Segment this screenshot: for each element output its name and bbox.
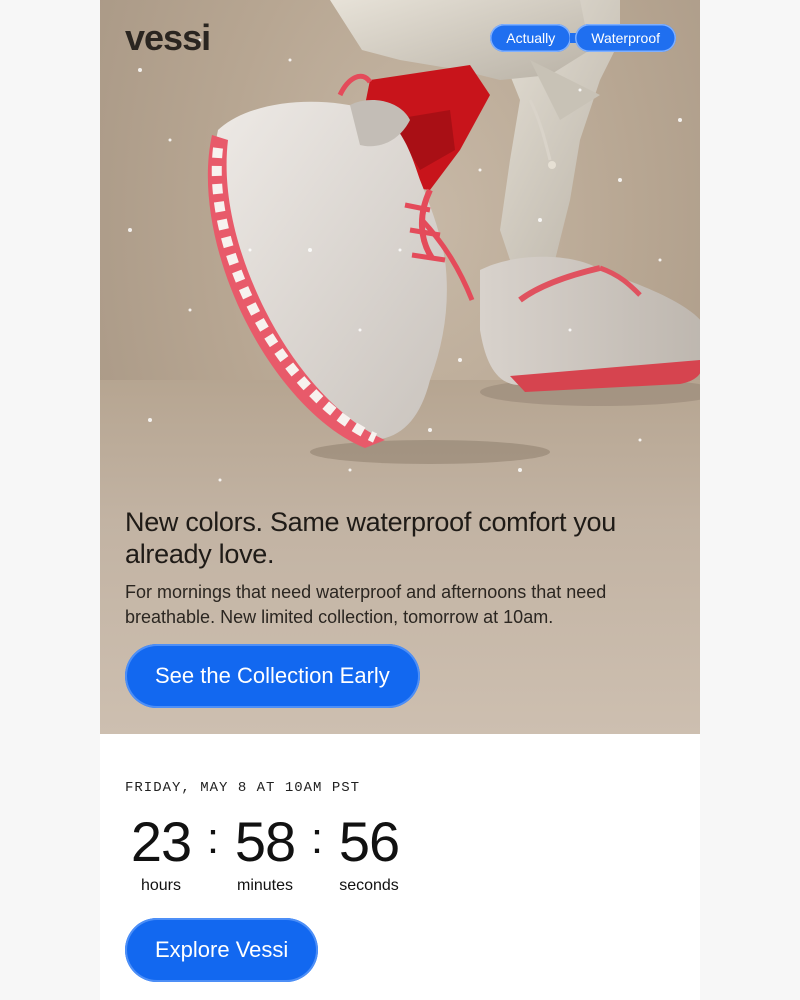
email-body: vessi Actually Waterproof New colors. Sa…: [100, 0, 700, 1000]
seconds-value: 56: [338, 810, 400, 873]
countdown-separator: :: [310, 814, 324, 863]
hero-banner: vessi Actually Waterproof New colors. Sa…: [100, 0, 700, 734]
hero-headline: New colors. Same waterproof comfort you …: [125, 507, 616, 569]
minutes-label: minutes: [236, 877, 294, 894]
countdown-separator: :: [206, 814, 220, 863]
countdown-seconds: 56 seconds: [333, 810, 405, 896]
hours-label: hours: [140, 877, 182, 894]
seconds-label: seconds: [339, 877, 399, 894]
hero-subcopy: For mornings that need waterproof and af…: [125, 582, 607, 627]
see-collection-button[interactable]: See the Collection Early: [125, 644, 420, 708]
hero-tag-group: Actually Waterproof: [490, 24, 676, 52]
countdown-timer: 23 hours : 58 minutes : 56 seconds: [125, 810, 405, 896]
launch-date-label: FRIDAY, MAY 8 AT 10AM PST: [125, 780, 361, 796]
explore-vessi-button[interactable]: Explore Vessi: [125, 918, 319, 982]
countdown-minutes: 58 minutes: [229, 810, 301, 896]
countdown-hours: 23 hours: [125, 810, 197, 896]
vessi-logo[interactable]: vessi: [125, 20, 211, 56]
minutes-value: 58: [234, 810, 296, 873]
tag-waterproof: Waterproof: [575, 24, 676, 52]
hours-value: 23: [130, 810, 192, 873]
email-viewport: vessi Actually Waterproof New colors. Sa…: [0, 0, 800, 1000]
tag-actually: Actually: [490, 24, 572, 52]
